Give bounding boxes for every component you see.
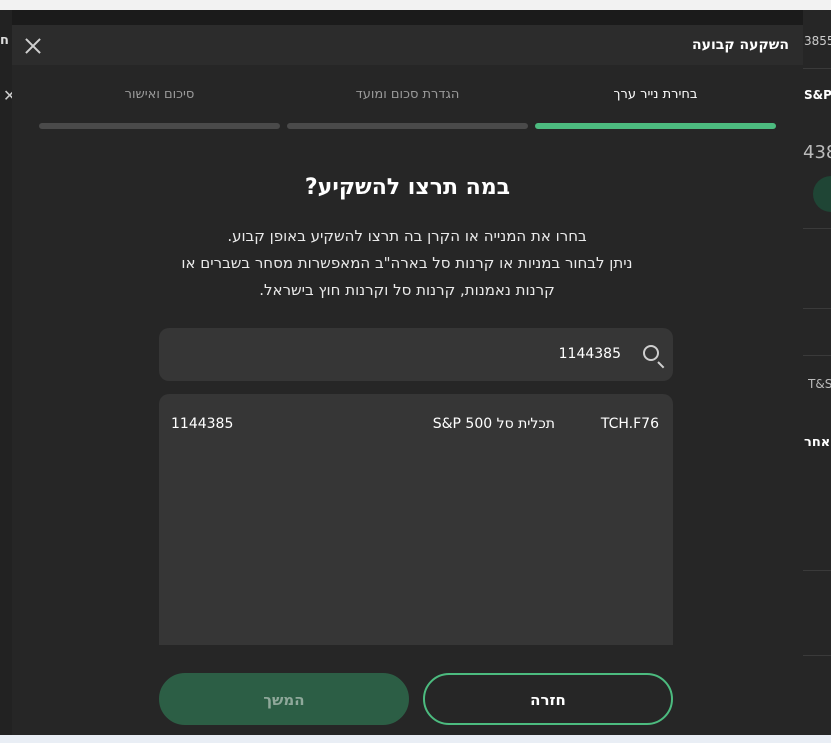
step-label: בחירת נייר ערך <box>613 87 698 102</box>
background-left-panel <box>0 10 12 735</box>
background-left-text: ח <box>0 33 9 48</box>
result-symbol: TCH.F76 <box>600 416 659 432</box>
description-line-3: קרנות נאמנות, קרנות סל וקרנות חוץ בישראל… <box>259 281 555 299</box>
step-progress-bar <box>535 123 776 129</box>
step-summary[interactable]: סיכום ואישור <box>39 87 280 129</box>
background-security-name: S&P 5 <box>804 88 831 102</box>
background-number: 438 <box>803 142 831 163</box>
result-row[interactable]: TCH.F76 תכלית סל S&P 500 1144385 <box>159 406 673 436</box>
result-security-id: 1144385 <box>171 416 234 432</box>
step-progress-bar <box>39 123 280 129</box>
search-value: 1144385 <box>558 346 621 362</box>
background-security-id: 3855 <box>804 34 831 48</box>
search-icon[interactable] <box>643 345 659 361</box>
description-line-2: ניתן לבחור במניות או קרנות סל בארה"ב המא… <box>181 254 633 272</box>
bottom-strip <box>0 735 831 743</box>
modal-header: השקעה קבועה <box>12 25 803 65</box>
search-input[interactable]: 1144385 <box>159 328 673 381</box>
step-label: הגדרת סכום ומועד <box>355 87 460 102</box>
step-select-security[interactable]: בחירת נייר ערך <box>535 87 776 129</box>
step-label: סיכום ואישור <box>124 87 195 102</box>
page-heading: במה תרצו להשקיע? <box>304 175 511 200</box>
recurring-investment-modal: השקעה קבועה בחירת נייר ערך הגדרת סכום ומ… <box>12 25 803 735</box>
top-strip <box>0 0 831 10</box>
modal-title: השקעה קבועה <box>692 37 789 53</box>
modal-footer: חזרה המשך <box>12 645 803 735</box>
step-progress-bar <box>287 123 528 129</box>
background-ts-label: T&S <box>808 377 831 391</box>
continue-button[interactable]: המשך <box>159 673 409 725</box>
step-amount-date[interactable]: הגדרת סכום ומועד <box>287 87 528 129</box>
close-icon[interactable] <box>22 35 44 57</box>
result-name: תכלית סל S&P 500 <box>432 416 555 432</box>
background-right-panel <box>803 10 831 735</box>
back-button[interactable]: חזרה <box>423 673 673 725</box>
description-line-1: בחרו את המנייה או הקרן בה תרצו להשקיע בא… <box>227 227 587 245</box>
background-text: אחר <box>804 435 831 450</box>
description: בחרו את המנייה או הקרן בה תרצו להשקיע בא… <box>157 223 657 304</box>
